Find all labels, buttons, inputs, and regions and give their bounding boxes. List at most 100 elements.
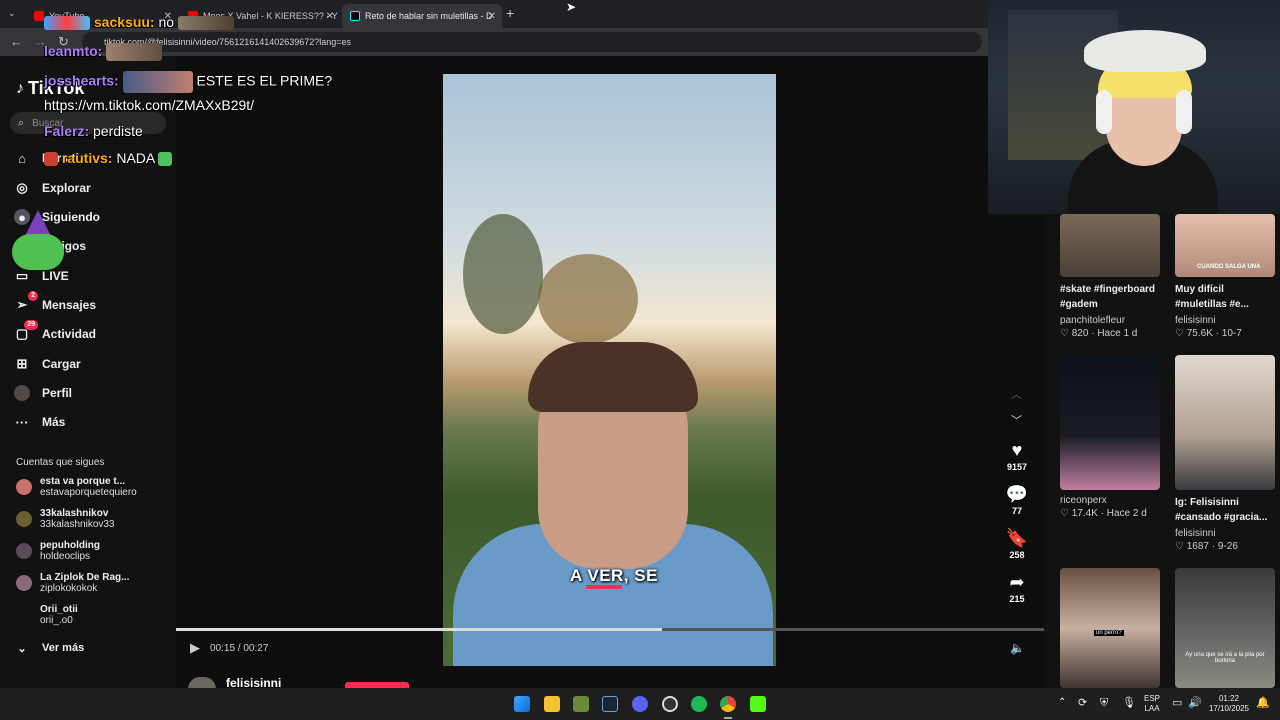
chat-message: Falerz: perdiste (44, 123, 143, 139)
url-field[interactable]: tiktok.com/@felisisinni/video/7561216141… (82, 32, 982, 52)
video-thumbnail (1060, 355, 1160, 490)
video-progress-fill (176, 628, 663, 631)
inbox-icon: ▢ 29 (14, 320, 38, 342)
video-timecode: 00:15 / 00:27 (210, 643, 269, 654)
clock[interactable]: 01:22 17/10/2025 (1206, 694, 1252, 714)
chat-username: rautivs: (61, 150, 113, 166)
related-video-card[interactable]: Ay una que se irá a la pila por burlona (1175, 568, 1275, 688)
video-meta-text: 17.4K · Hace 2 d (1071, 508, 1147, 519)
sidebar-item-more[interactable]: ··· Más (14, 414, 66, 430)
following-header: Cuentas que sigues (16, 457, 105, 468)
streamer-webcam (988, 0, 1280, 214)
tiktok-icon (350, 11, 360, 21)
avatar (16, 607, 32, 623)
input-language[interactable]: ESP LAA (1140, 694, 1164, 714)
like-button[interactable]: ♥ 9157 (1004, 440, 1030, 472)
chat-username: leanmto: (44, 43, 103, 59)
home-icon: ⌂ (18, 150, 26, 166)
spotify-icon[interactable] (691, 696, 707, 712)
kick-icon[interactable] (750, 696, 766, 712)
webcam-cowboy-hat (1084, 30, 1206, 72)
video-title: Muy difícil #muletillas #e... (1175, 284, 1249, 310)
tab-list-chevron-icon[interactable]: ⌄ (8, 8, 16, 19)
sidebar-item-profile[interactable]: Perfil (14, 385, 72, 401)
wizard-body (12, 234, 64, 270)
bookmark-icon: 🔖 (1005, 528, 1029, 548)
video-tree (538, 254, 638, 344)
close-tab-icon[interactable]: ✕ (326, 11, 334, 22)
new-tab-icon[interactable]: + (506, 5, 514, 21)
compass-icon: ◎ (16, 180, 28, 195)
webcam-headphones (1176, 90, 1192, 134)
obs-icon[interactable] (662, 696, 678, 712)
chat-message: sacksuu: no (44, 14, 234, 31)
comment-count: 77 (1011, 506, 1022, 516)
related-video-card[interactable]: riceonperx ♡ 17.4K · Hace 2 d (1060, 355, 1160, 519)
following-account[interactable]: 33kalashnikov 33kalashnikov33 (16, 508, 115, 530)
defender-icon[interactable]: ⛨ (1100, 698, 1108, 709)
video-person-hair (528, 342, 698, 412)
next-video-icon[interactable]: ﹀ (1011, 412, 1022, 428)
volume-icon[interactable]: 🔈 (1010, 641, 1025, 655)
microphone-icon[interactable]: 🎙 (1122, 698, 1136, 709)
chat-link[interactable]: https://vm.tiktok.com/ZMAXxB29t/ (44, 97, 254, 113)
chat-message: josshearts: ESTE ES EL PRIME? (44, 71, 332, 93)
tab-label: Reto de hablar sin muletillas - D (365, 11, 493, 21)
close-tab-icon[interactable]: ✕ (488, 11, 496, 22)
following-account[interactable]: La Ziplok De Rag... ziplokokokok (16, 572, 129, 594)
previous-video-icon[interactable]: ︿ (1011, 386, 1022, 402)
sidebar-item-messages[interactable]: ➢ 2 Mensajes (14, 291, 96, 313)
back-icon[interactable]: ← (10, 34, 23, 49)
following-account[interactable]: esta va porque t... estavaporquetequiero (16, 476, 137, 498)
sidebar-item-label: Actividad (42, 327, 97, 341)
comment-button[interactable]: 💬 77 (1004, 484, 1030, 516)
save-button[interactable]: 🔖 258 (1004, 528, 1030, 560)
see-more-label: Ver más (42, 642, 85, 654)
following-account[interactable]: pepuholding holdeoclips (16, 540, 100, 562)
wizard-emote-icon (4, 210, 66, 272)
account-handle: ziplokokokok (40, 583, 98, 594)
tab-tiktok[interactable]: Reto de hablar sin muletillas - D ✕ (342, 4, 502, 28)
video-user: riceonperx (1060, 495, 1107, 506)
like-count: 9157 (1006, 462, 1028, 472)
emote-icon (158, 152, 173, 167)
related-video-card[interactable]: Ig: Felisisinni #cansado #gracia... feli… (1175, 355, 1275, 552)
video-meta-text: 820 · Hace 1 d (1071, 328, 1138, 339)
video-title: #skate #fingerboard #gadem (1060, 284, 1156, 310)
sidebar-item-upload[interactable]: ⊞ Cargar (14, 356, 81, 372)
see-more-button[interactable]: ⌄ Ver más (14, 640, 84, 656)
windows-taskbar: ⌃ ⟳ ⛨ 🎙 ESP LAA ▭ 🔊 01:22 17/10/2025 🔔 (0, 688, 1280, 720)
show-hidden-icons-icon[interactable]: ⌃ (1058, 698, 1066, 708)
chrome-icon[interactable] (720, 696, 736, 712)
account-handle: estavaporquetequiero (40, 487, 137, 498)
play-icon[interactable]: ▶ (190, 640, 200, 656)
sidebar-item-label: Más (42, 415, 66, 429)
heart-icon: ♥ (1011, 440, 1023, 460)
account-handle: 33kalashnikov33 (40, 519, 115, 530)
volume-tray-icon[interactable]: 🔊 (1188, 698, 1202, 709)
related-video-card[interactable]: CUANDO SALGA UNA Muy difícil #muletillas… (1175, 214, 1275, 339)
sidebar-item-explore[interactable]: ◎ Explorar (14, 180, 90, 196)
steam-icon[interactable] (602, 696, 618, 712)
discord-icon[interactable] (632, 696, 648, 712)
subtitle-highlight (586, 585, 622, 589)
account-name: esta va porque t... (40, 476, 126, 487)
sidebar-item-activity[interactable]: ▢ 29 Actividad (14, 320, 97, 342)
sync-icon[interactable]: ⟳ (1078, 698, 1087, 709)
file-explorer-icon[interactable] (544, 696, 560, 712)
share-count: 215 (1009, 594, 1025, 604)
tiktok-note-icon: ♪ (16, 79, 24, 97)
chat-text: perdiste (93, 123, 143, 139)
chat-message: leanmto: (44, 43, 163, 62)
windows-start-icon[interactable] (514, 696, 530, 712)
thumbnail-caption: CUANDO SALGA UNA (1197, 264, 1261, 270)
video-user: felisisinni (1175, 315, 1216, 326)
network-icon[interactable]: ▭ (1172, 698, 1182, 709)
minecraft-icon[interactable] (573, 696, 589, 712)
following-account[interactable]: Orii_otii orii_.o0 (16, 604, 78, 626)
related-video-card[interactable]: #skate #fingerboard #gadem panchitolefle… (1060, 214, 1160, 339)
notifications-icon[interactable]: 🔔 (1256, 698, 1270, 709)
related-video-card[interactable]: un perro? (1060, 568, 1160, 688)
share-button[interactable]: ➦ 215 (1004, 572, 1030, 604)
profile-avatar-icon (14, 385, 30, 401)
